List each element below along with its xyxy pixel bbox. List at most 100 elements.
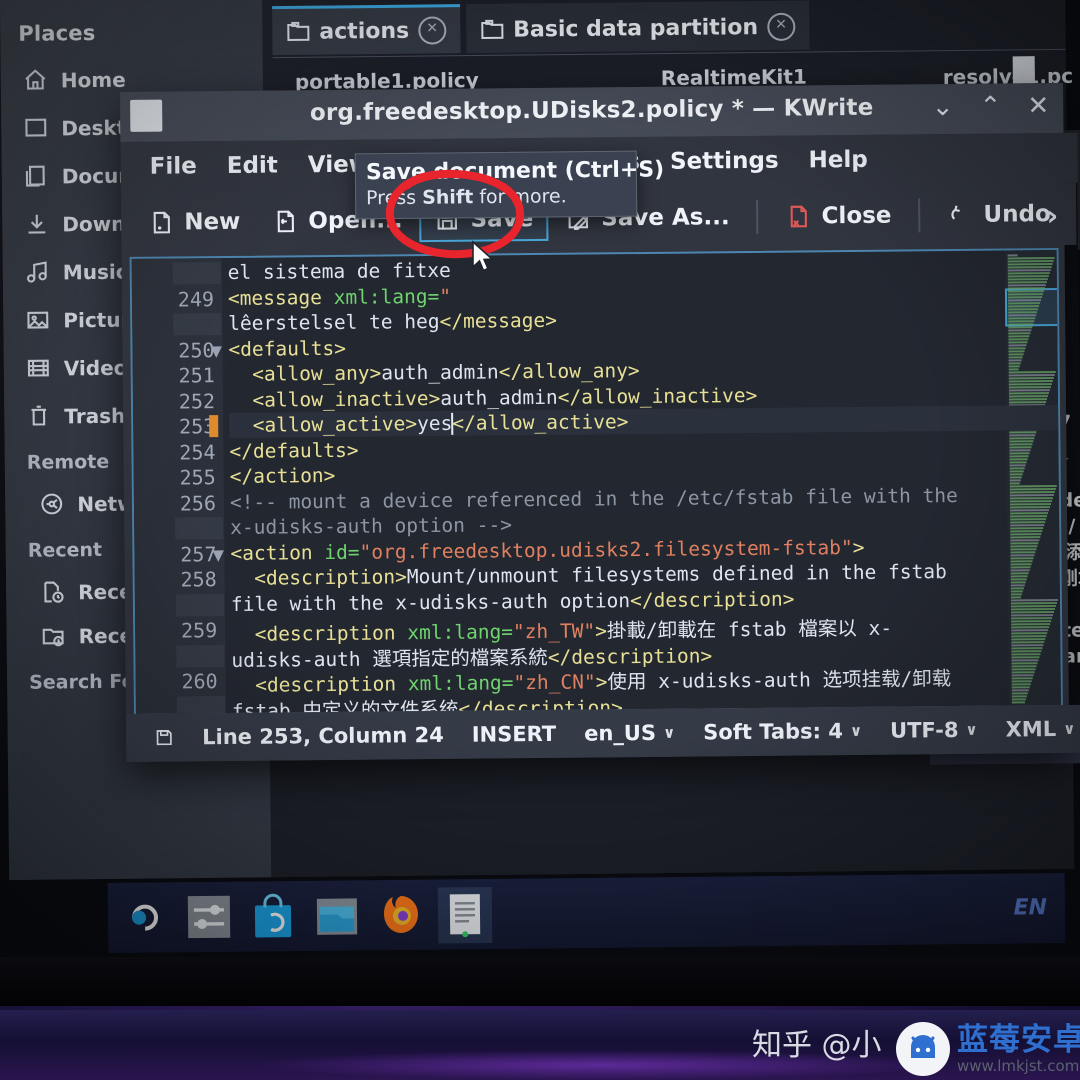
line-number: 249 [177, 286, 215, 311]
new-document-icon [148, 209, 174, 235]
code-line[interactable]: <allow_any>auth_admin</allow_any> [229, 359, 640, 386]
file-manager-icon[interactable] [314, 892, 360, 938]
code-line[interactable]: <allow_inactive>auth_admin</allow_inacti… [228, 383, 758, 412]
page-title: org.freedesktop.UDisks2.policy * — KWrit… [309, 94, 874, 127]
code-line[interactable]: </defaults> [229, 438, 358, 462]
encoding-label: UTF-8 [889, 717, 959, 743]
chevron-down-icon: ∨ [965, 720, 978, 739]
tab-settings-selector[interactable]: Soft Tabs: 4 ∨ [689, 719, 876, 745]
application-launcher-icon[interactable] [122, 894, 168, 940]
close-button[interactable]: ✕ [1027, 91, 1049, 121]
kwrite-titlebar[interactable]: org.freedesktop.UDisks2.policy * — KWrit… [120, 82, 1064, 142]
fold-arrow-icon[interactable]: ▼ [210, 341, 228, 360]
menu-edit[interactable]: Edit [212, 152, 293, 179]
desktop-icon [23, 116, 48, 141]
wrap-indent-marker [173, 313, 222, 336]
menu-file[interactable]: File [135, 153, 212, 180]
code-token: "org.freedesktop.udisks2.filesystem-fsta… [359, 535, 853, 564]
code-token: 使用 x-udisks-auth 选项挂载/卸载 [607, 667, 952, 694]
code-line[interactable]: <!-- mount a device referenced in the /e… [230, 483, 958, 513]
home-icon [23, 68, 48, 93]
cursor-position[interactable]: Line 253, Column 24 [188, 723, 458, 750]
code-content[interactable]: el sistema de fitxe <message xml:lang=" lê… [172, 250, 1061, 716]
code-token: <allow_active> [229, 412, 418, 437]
places-panel-title: Places [18, 21, 96, 46]
close-document-icon [785, 203, 811, 229]
sidebar-section-remote: Remote [26, 450, 110, 474]
save-indicator-icon [156, 730, 172, 746]
syntax-mode-selector[interactable]: XML ∨ [992, 717, 1080, 742]
code-token: </allow_any> [498, 359, 640, 384]
keyboard-layout-indicator[interactable]: EN [1013, 895, 1047, 920]
input-mode[interactable]: INSERT [458, 722, 571, 747]
fold-arrow-icon[interactable]: ▼ [212, 545, 230, 564]
line-number: 251 [178, 363, 215, 388]
menu-settings[interactable]: Settings [655, 148, 794, 175]
code-line[interactable]: </action> [230, 464, 336, 488]
tooltip-title: Save document (Ctrl+S) [365, 157, 665, 186]
line-number: 254 [179, 439, 216, 464]
code-token: id= [324, 540, 360, 564]
code-token: yes [416, 411, 453, 436]
code-token: " [439, 284, 452, 308]
code-line[interactable]: x-udisks-auth option --> [230, 513, 512, 539]
folder-icon [480, 19, 504, 41]
code-line[interactable]: <defaults> [228, 336, 346, 360]
code-token: </message> [439, 308, 558, 333]
toolbar-separator [756, 199, 759, 234]
line-number: 259 [180, 618, 218, 643]
wrap-indent-marker [172, 262, 221, 285]
close-icon[interactable]: ✕ [766, 12, 796, 41]
tab-actions[interactable]: actions ✕ [272, 4, 461, 56]
line-number: 260 [181, 669, 218, 694]
toolbar-overflow-button[interactable]: › [1047, 199, 1059, 232]
firefox-icon[interactable] [378, 892, 424, 938]
syntax-label: XML [1005, 717, 1057, 742]
sidebar-section-recent: Recent [27, 538, 103, 562]
code-line[interactable]: el sistema de fitxe [228, 259, 451, 284]
maximize-button[interactable]: ⌃ [979, 92, 1001, 122]
watermark-site-url: www.lmkjst.com [957, 1056, 1080, 1075]
code-line[interactable]: lêerstelsel te heg</message> [228, 309, 557, 335]
code-line[interactable]: file with the x-udisks-auth option</desc… [231, 587, 795, 615]
chevron-down-icon: ∨ [849, 721, 863, 741]
video-icon [26, 355, 51, 380]
sidebar-item-trash[interactable]: Trash [26, 403, 125, 429]
download-icon [24, 211, 49, 236]
code-line[interactable]: <allow_active>yes</allow_active> [229, 410, 629, 437]
text-editor-icon[interactable] [442, 891, 488, 938]
close-icon[interactable]: ✕ [418, 16, 447, 45]
discover-store-icon[interactable] [250, 893, 296, 939]
minimize-button[interactable]: ⌄ [932, 92, 954, 122]
menu-help[interactable]: Help [793, 147, 882, 174]
toolbar-separator [918, 198, 921, 233]
new-button[interactable]: New [133, 200, 256, 245]
recent-folders-icon [41, 623, 66, 648]
encoding-selector[interactable]: UTF-8 ∨ [876, 718, 992, 743]
code-token: lêerstelsel te heg [228, 309, 440, 335]
code-token: </action> [229, 463, 336, 488]
line-number: 255 [179, 465, 216, 490]
code-line[interactable]: <message xml:lang=" [228, 284, 451, 309]
save-tooltip: Save document (Ctrl+S) Press Shift for m… [354, 150, 665, 220]
system-settings-icon[interactable] [186, 894, 232, 940]
sidebar-item-home[interactable]: Home [23, 67, 126, 93]
code-line[interactable]: <action id="org.freedesktop.udisks2.file… [230, 535, 864, 564]
tab-label: Basic data partition [513, 14, 759, 43]
code-line[interactable]: <description>Mount/unmount filesystems d… [231, 560, 947, 590]
modified-line-marker [209, 415, 219, 438]
wrap-indent-marker [176, 644, 225, 667]
sidebar-item-music[interactable]: Music [25, 259, 128, 285]
close-document-button[interactable]: Close [770, 193, 906, 238]
music-icon [25, 259, 50, 284]
text-caret [451, 412, 454, 435]
code-token: </allow_inactive> [557, 383, 758, 409]
code-token: x-udisks-auth option --> [230, 513, 513, 539]
code-token: <allow_inactive> [228, 386, 441, 412]
locale-selector[interactable]: en_US ∨ [570, 721, 689, 746]
chevron-down-icon: ∨ [662, 723, 676, 742]
text-editor-area[interactable]: ↵249↵250▼251252253254255256↵257▼258↵259↵… [129, 247, 1063, 716]
tab-basic-data-partition[interactable]: Basic data partition ✕ [465, 0, 810, 54]
